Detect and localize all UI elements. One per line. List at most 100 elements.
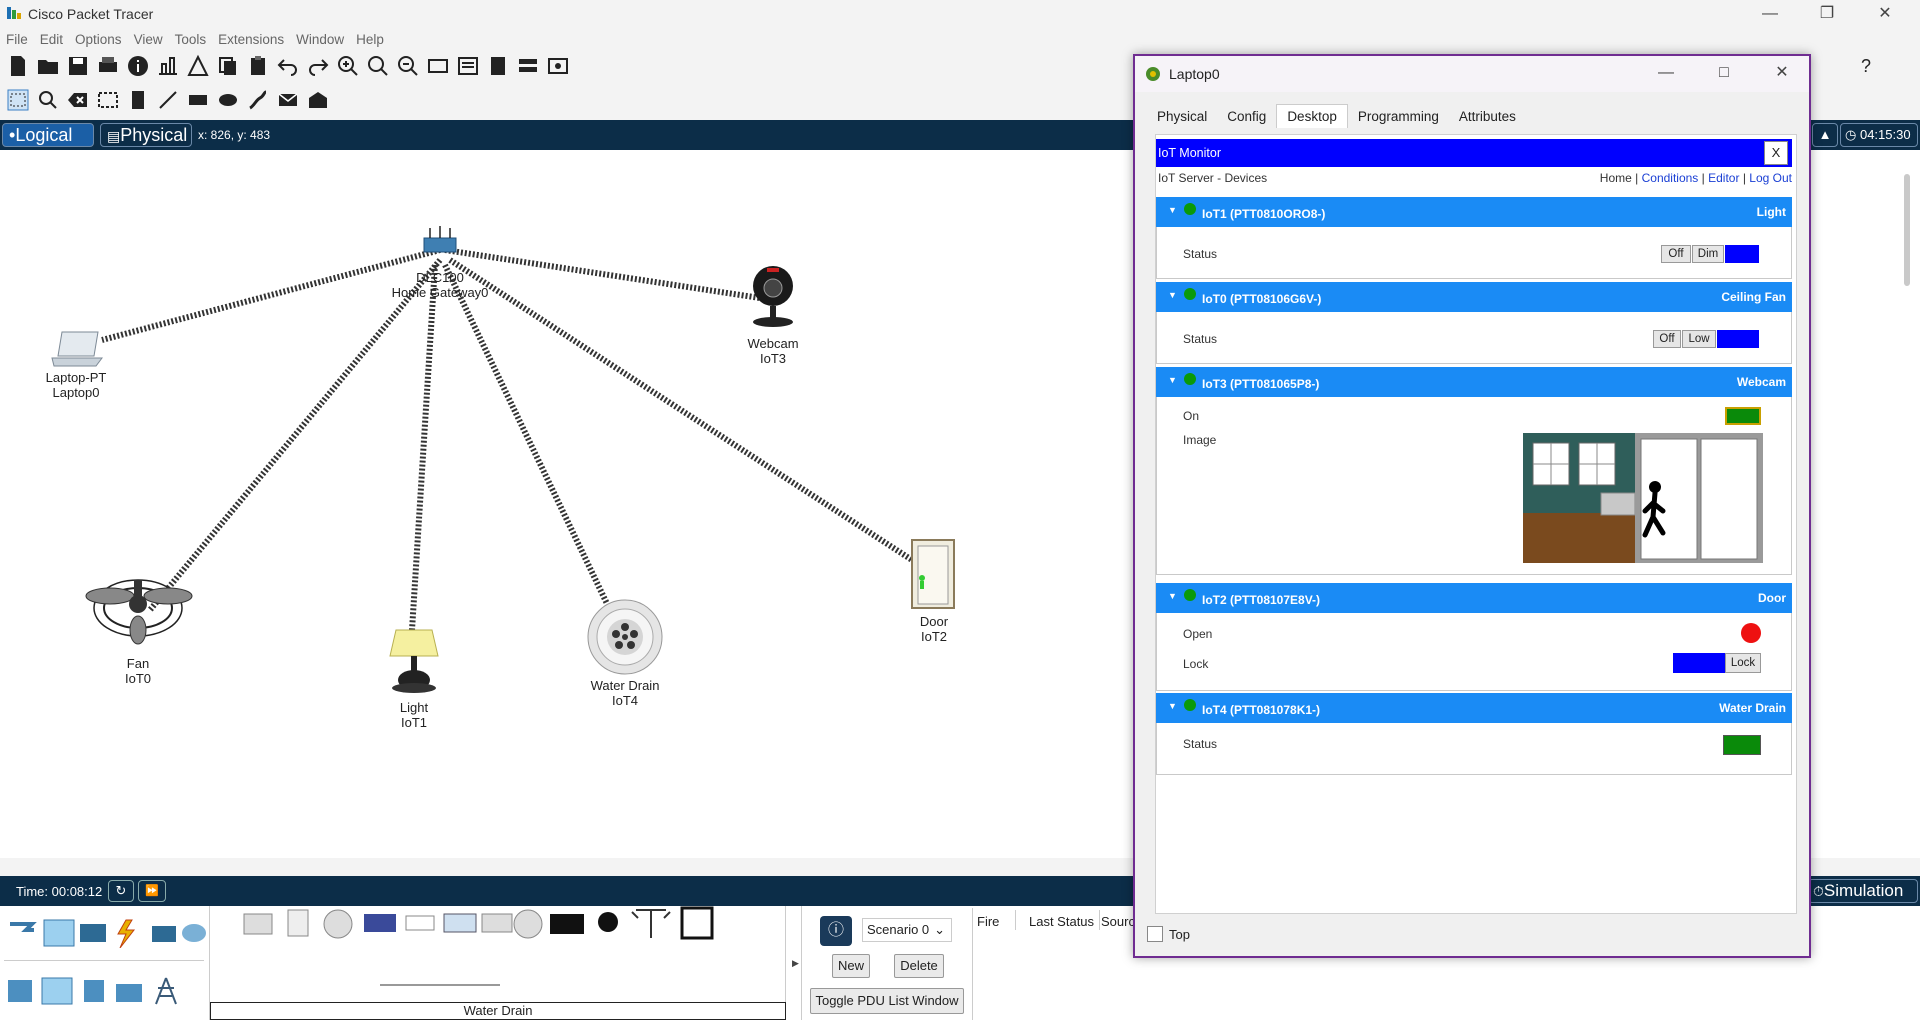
clock-display[interactable]: ◷ 04:15:30 — [1840, 123, 1918, 147]
menu-tools[interactable]: Tools — [169, 28, 213, 47]
environment-icon[interactable]: ▲ — [1812, 123, 1838, 147]
water-drain-icon[interactable] — [586, 598, 664, 676]
complex-pdu-icon[interactable] — [306, 88, 330, 112]
note-icon[interactable] — [126, 88, 150, 112]
drain-status-toggle[interactable] — [1723, 735, 1761, 755]
tab-logical[interactable]: •Logical — [2, 123, 94, 147]
iot-device-header[interactable]: ▼ IoT0 (PTT08106G6V-) Ceiling Fan — [1156, 282, 1792, 312]
menu-file[interactable]: File — [0, 28, 34, 47]
chevron-down-icon: ⌄ — [934, 922, 945, 937]
door-lock-button[interactable]: Lock — [1725, 653, 1761, 673]
resize-icon[interactable] — [96, 88, 120, 112]
fan-low-button[interactable]: Low — [1682, 330, 1716, 348]
zoom-reset-icon[interactable] — [366, 54, 390, 78]
simple-pdu-icon[interactable] — [276, 88, 300, 112]
link-light — [409, 264, 438, 631]
light-off-button[interactable]: Off — [1661, 245, 1691, 263]
fan-high-slider[interactable] — [1717, 330, 1759, 348]
server-title: IoT Server - Devices — [1158, 171, 1268, 185]
light-dim-button[interactable]: Dim — [1692, 245, 1724, 263]
line-icon[interactable] — [156, 88, 180, 112]
iot-monitor-close-button[interactable]: X — [1764, 141, 1788, 165]
door-unlock-slider[interactable] — [1673, 653, 1725, 673]
tab-config[interactable]: Config — [1217, 105, 1276, 128]
window-maximize-icon[interactable]: □ — [1701, 59, 1747, 89]
freeform-icon[interactable] — [246, 88, 270, 112]
collapse-arrow-icon[interactable]: ▶ — [790, 906, 802, 1020]
menu-options[interactable]: Options — [69, 28, 128, 47]
new-scenario-button[interactable]: New — [832, 954, 870, 978]
paste-icon[interactable] — [246, 54, 270, 78]
light-icon[interactable] — [384, 626, 444, 696]
window-close-icon[interactable]: ✕ — [1759, 59, 1805, 89]
toggle-pdu-list-button[interactable]: Toggle PDU List Window — [810, 988, 964, 1014]
webcam-on-toggle[interactable] — [1725, 407, 1761, 425]
scenario-info-icon[interactable]: ⓘ — [820, 916, 852, 946]
info-icon[interactable] — [126, 54, 150, 78]
nav-home[interactable]: Home — [1600, 171, 1632, 185]
iot-device-header[interactable]: ▼ IoT4 (PTT081078K1-) Water Drain — [1156, 693, 1792, 723]
v-scrollbar[interactable] — [1904, 174, 1910, 286]
door-icon[interactable] — [910, 538, 956, 610]
undo-icon[interactable] — [276, 54, 300, 78]
nav-conditions[interactable]: Conditions — [1642, 171, 1699, 185]
select-icon[interactable] — [6, 88, 30, 112]
close-icon[interactable]: ✕ — [1862, 0, 1908, 28]
tab-desktop[interactable]: Desktop — [1276, 104, 1348, 128]
iot-device-header[interactable]: ▼ IoT3 (PTT081065P8-) Webcam — [1156, 367, 1792, 397]
window-minimize-icon[interactable]: — — [1643, 59, 1689, 89]
ellipse-icon[interactable] — [216, 88, 240, 112]
tab-physical[interactable]: ▤Physical — [100, 123, 192, 147]
iot-device-header[interactable]: ▼ IoT2 (PTT08107E8V-) Door — [1156, 583, 1792, 613]
copy-icon[interactable] — [216, 54, 240, 78]
menu-extensions[interactable]: Extensions — [212, 28, 290, 47]
status-dot-icon — [1184, 699, 1196, 711]
simulation-mode-button[interactable]: ⏱Simulation — [1808, 879, 1918, 903]
inspect-icon[interactable] — [36, 88, 60, 112]
top-checkbox[interactable] — [1147, 926, 1163, 942]
network-info-icon[interactable] — [156, 54, 180, 78]
delete-scenario-button[interactable]: Delete — [894, 954, 944, 978]
nav-logout[interactable]: Log Out — [1749, 171, 1792, 185]
new-file-icon[interactable] — [6, 54, 30, 78]
power-cycle-icon[interactable]: ↻ — [108, 880, 134, 902]
fan-off-button[interactable]: Off — [1653, 330, 1681, 348]
save-icon[interactable] — [66, 54, 90, 78]
iot-device-header[interactable]: ▼ IoT1 (PTT0810ORO8-) Light — [1156, 197, 1792, 227]
laptop-icon[interactable] — [50, 330, 106, 370]
notes-icon[interactable] — [486, 54, 510, 78]
home-gateway-icon[interactable] — [420, 222, 460, 262]
light-on-slider[interactable] — [1725, 245, 1759, 263]
help-icon[interactable]: ? — [1861, 56, 1871, 77]
menu-help[interactable]: Help — [350, 28, 390, 47]
fan-icon[interactable] — [80, 570, 196, 646]
tab-physical-laptop[interactable]: Physical — [1147, 105, 1217, 128]
zoom-in-icon[interactable] — [336, 54, 360, 78]
webcam-icon[interactable] — [748, 262, 798, 332]
menu-view[interactable]: View — [128, 28, 169, 47]
tab-attributes[interactable]: Attributes — [1449, 105, 1526, 128]
zoom-out-icon[interactable] — [396, 54, 420, 78]
pdu-list-icon[interactable] — [516, 54, 540, 78]
rectangle-icon[interactable] — [186, 88, 210, 112]
main-toolbar: ? — [6, 54, 1871, 82]
fast-forward-icon[interactable]: ⏩ — [138, 880, 166, 902]
drawing-palette-icon[interactable] — [426, 54, 450, 78]
custom-device-icon[interactable] — [456, 54, 480, 78]
device-subcategory-icons[interactable] — [6, 976, 186, 1006]
delete-icon[interactable] — [66, 88, 90, 112]
wizard-icon[interactable] — [186, 54, 210, 78]
menu-edit[interactable]: Edit — [34, 28, 69, 47]
open-folder-icon[interactable] — [36, 54, 60, 78]
screenshot-icon[interactable] — [546, 54, 570, 78]
redo-icon[interactable] — [306, 54, 330, 78]
print-icon[interactable] — [96, 54, 120, 78]
restore-icon[interactable]: ❐ — [1804, 0, 1850, 28]
menu-window[interactable]: Window — [290, 28, 350, 47]
tab-programming[interactable]: Programming — [1348, 105, 1449, 128]
device-category-icons[interactable] — [6, 918, 206, 948]
minimize-icon[interactable]: — — [1747, 0, 1793, 28]
device-model-icons[interactable] — [226, 906, 726, 940]
nav-editor[interactable]: Editor — [1708, 171, 1739, 185]
scenario-select[interactable]: Scenario 0 ⌄ — [862, 918, 952, 942]
